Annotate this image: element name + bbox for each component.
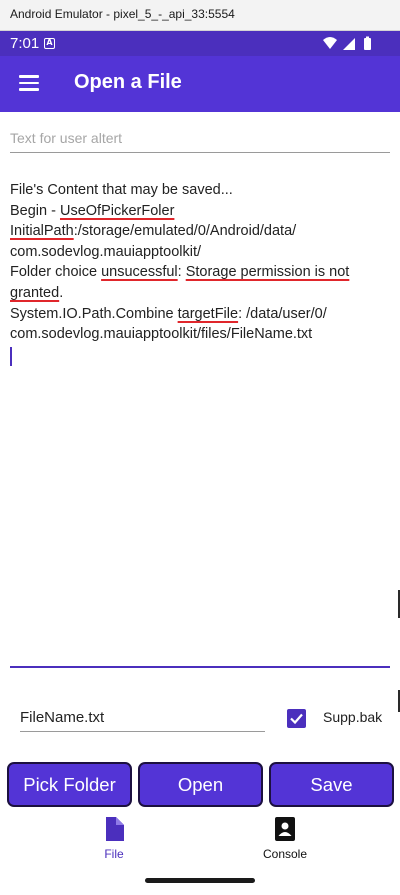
content-line: System.IO.Path.Combine targetFile: /data… [10, 304, 390, 325]
hamburger-icon[interactable] [19, 75, 39, 91]
content-line: com.sodevlog.mauiapptoolkit/ [10, 242, 390, 263]
battery-icon [364, 38, 371, 50]
notification-badge-icon: A [44, 38, 55, 49]
tab-console-label: Console [262, 847, 308, 861]
content-line: InitialPath:/storage/emulated/0/Android/… [10, 221, 390, 242]
content-text: System.IO.Path.Combine [10, 305, 178, 322]
misspelled-word: UseOfPickerFoler [59, 202, 175, 219]
signal-icon [343, 38, 355, 50]
content-text: . [59, 284, 64, 301]
content-line: Begin - UseOfPickerFoler [10, 201, 390, 222]
content-line: Folder choice unsucessful: Storage permi… [10, 262, 390, 283]
page-title: Open a File [74, 71, 182, 93]
content-text: : [177, 264, 186, 281]
content-text: :/storage/emulated/0/Android/data/ [73, 223, 297, 240]
file-content-editor[interactable]: File's Content that may be saved... Begin… [10, 180, 390, 668]
file-icon [106, 817, 124, 841]
misspelled-word: Storage permission is not [185, 264, 350, 281]
misspelled-word: unsucessful [101, 264, 178, 281]
emulator-title: Android Emulator - pixel_5_-_api_33:5554 [10, 7, 235, 21]
home-indicator[interactable] [145, 878, 255, 883]
content-text: com.sodevlog.mauiapptoolkit/ [10, 243, 202, 260]
status-icons [323, 36, 371, 50]
emulator-titlebar: Android Emulator - pixel_5_-_api_33:5554 [0, 0, 400, 31]
contact-card-icon [275, 817, 295, 841]
content-line: File's Content that may be saved... [10, 180, 390, 201]
content-lines: File's Content that may be saved... Begin… [10, 180, 390, 345]
misspelled-word: targetFile [177, 305, 239, 322]
checkmark-icon [290, 713, 303, 725]
content-text: : /data/user/0/ [238, 305, 327, 322]
open-button[interactable]: Open [138, 762, 263, 807]
wifi-icon [323, 37, 337, 49]
tab-file-label: File [104, 847, 124, 861]
text-caret [10, 346, 12, 366]
pick-folder-button[interactable]: Pick Folder [7, 762, 132, 807]
save-button[interactable]: Save [269, 762, 394, 807]
status-time: 7:01 [10, 35, 40, 52]
misspelled-word: granted [10, 284, 60, 301]
app-bar: Open a File [0, 56, 400, 112]
tab-console[interactable]: Console [235, 817, 335, 867]
tab-file[interactable]: File [64, 817, 164, 867]
status-bar: 7:01 A [0, 31, 400, 56]
backup-checkbox[interactable] [287, 709, 306, 728]
misspelled-word: InitialPath [10, 223, 74, 240]
content-line: granted. [10, 283, 390, 304]
content-line: com.sodevlog.mauiapptoolkit/files/FileNa… [10, 324, 390, 345]
content-text: Folder choice [10, 264, 102, 281]
filename-input[interactable] [20, 704, 265, 732]
content-text: Begin - [10, 202, 60, 219]
content-text: File's Content that may be saved... [10, 182, 233, 198]
user-alert-input[interactable] [10, 123, 390, 153]
content-text: com.sodevlog.mauiapptoolkit/files/FileNa… [10, 326, 313, 343]
backup-checkbox-label: Supp.bak [323, 709, 383, 725]
